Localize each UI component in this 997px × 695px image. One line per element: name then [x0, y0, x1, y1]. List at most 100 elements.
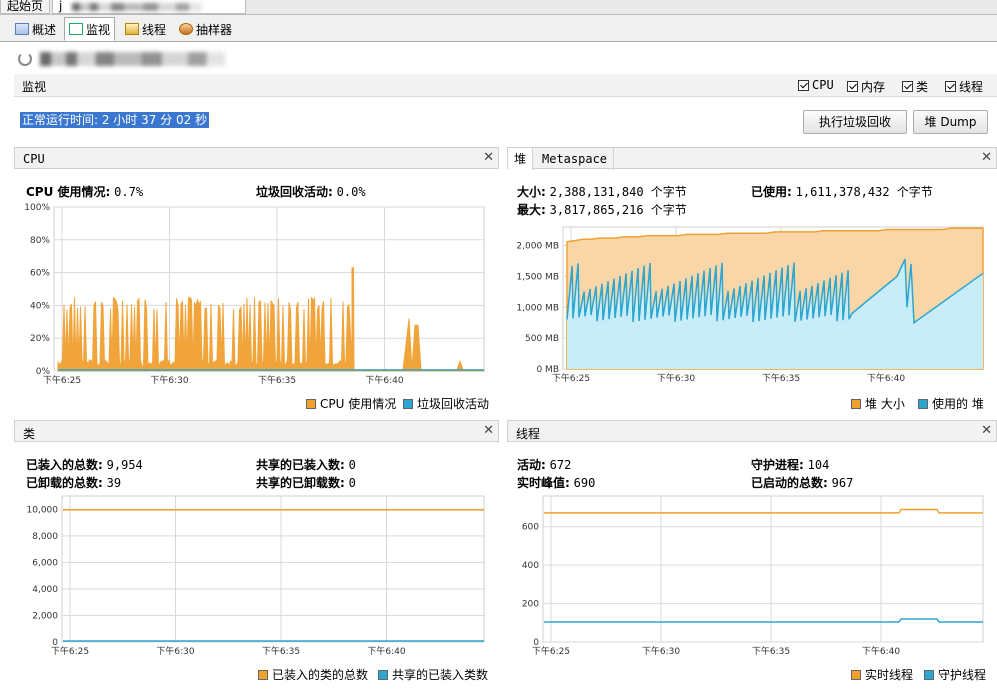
legend-heap-size-label: 堆 大小 [865, 397, 905, 411]
cpu-panel-header: CPU ✕ [14, 147, 499, 169]
close-icon[interactable]: ✕ [483, 150, 494, 165]
legend-daemon-threads-label: 守护线程 [938, 668, 987, 682]
tab-monitor[interactable]: 监视 [64, 17, 116, 41]
sampler-icon [179, 23, 193, 35]
overview-icon [15, 23, 29, 35]
y-tick-label: 1,500 MB [516, 272, 559, 282]
checkbox-classes[interactable]: 类 [902, 78, 928, 95]
x-tick-label: 下午6:25 [51, 645, 89, 657]
tab-application[interactable]: j [52, 0, 246, 14]
shared-unloaded-value: 0 [348, 476, 356, 490]
heap-size-label: 大小: [517, 185, 546, 199]
threads-panel-title: 线程 [516, 427, 541, 441]
classes-loaded-stat: 已装入的总数: 9,954 [26, 456, 143, 473]
tab-heap[interactable]: 堆 [508, 148, 534, 170]
checkbox-checked-icon [847, 81, 858, 92]
document-tab-bar: 起始页 j [0, 0, 997, 15]
legend-live-threads: 实时线程 [851, 666, 913, 683]
checkbox-memory[interactable]: 内存 [847, 78, 885, 95]
close-icon[interactable]: ✕ [981, 150, 992, 165]
tab-threads-label: 线程 [142, 22, 167, 37]
y-tick-label: 600 [522, 523, 539, 533]
x-tick-label: 下午6:40 [367, 645, 405, 657]
classes-panel-header: 类 ✕ [14, 420, 499, 442]
cpu-usage-value: 0.7% [114, 185, 144, 199]
tab-metaspace[interactable]: Metaspace [536, 148, 615, 170]
classes-unloaded-label: 已卸载的总数: [26, 476, 103, 490]
tab-overview-label: 概述 [32, 22, 57, 37]
loading-spinner-icon [18, 52, 32, 66]
tab-sampler-label: 抽样器 [196, 22, 233, 37]
uptime-text[interactable]: 正常运行时间: 2 小时 37 分 02 秒 [20, 112, 210, 128]
threads-chart: 0200400600下午6:25 下午6:30 下午6:35 下午6:40 [522, 495, 984, 657]
heap-panel: 堆 Metaspace ✕ 大小: 2,388,131,840 个字节 已使用:… [507, 147, 997, 412]
threads-peak-stat: 实时峰值: 690 [517, 474, 595, 491]
threads-live-label: 活动: [517, 458, 546, 472]
threads-icon [125, 23, 139, 35]
y-tick-label: 80% [30, 236, 50, 246]
perform-gc-button[interactable]: 执行垃圾回收 [803, 110, 907, 134]
y-tick-label: 2,000 [32, 611, 58, 621]
checkbox-cpu-label: CPU [812, 78, 834, 92]
y-tick-label: 500 MB [525, 334, 559, 344]
x-tick-label: 下午6:35 [258, 374, 296, 386]
y-tick-label: 400 [522, 561, 539, 571]
classes-unloaded-stat: 已卸载的总数: 39 [26, 474, 121, 491]
threads-daemon-stat: 守护进程: 104 [751, 456, 829, 473]
threads-daemon-value: 104 [807, 458, 830, 472]
checkbox-checked-icon [798, 79, 809, 91]
y-tick-label: 8,000 [32, 532, 58, 542]
close-icon[interactable]: ✕ [483, 423, 494, 438]
checkbox-threads[interactable]: 线程 [945, 78, 983, 95]
view-tab-bar: 概述 监视 线程 抽样器 [0, 15, 997, 41]
checkbox-threads-label: 线程 [959, 80, 984, 94]
legend-swatch [378, 669, 388, 680]
heap-dump-button[interactable]: 堆 Dump [913, 110, 988, 134]
close-icon[interactable]: ✕ [981, 423, 992, 438]
classes-panel-title: 类 [23, 427, 36, 441]
legend-heap-used: 使用的 堆 [918, 395, 984, 412]
heap-size-stat: 大小: 2,388,131,840 个字节 [517, 183, 687, 200]
x-tick-label: 下午6:35 [262, 645, 300, 657]
legend-gc-activity-label: 垃圾回收活动 [417, 397, 490, 411]
y-tick-label: 20% [30, 334, 50, 344]
y-tick-label: 200 [522, 600, 539, 610]
cpu-chart: 0%20%40%60%80%100%下午6:25 下午6:30 下午6:35 下午6:… [24, 203, 485, 386]
plot-area [61, 495, 485, 643]
monitor-title: 监视 [22, 80, 47, 94]
checkbox-memory-label: 内存 [861, 80, 886, 94]
heap-max-stat: 最大: 3,817,865,216 个字节 [517, 201, 687, 218]
tab-overview[interactable]: 概述 [10, 17, 61, 41]
legend-classes-loaded-label: 已装入的类的总数 [272, 668, 369, 682]
checkbox-cpu[interactable]: CPU [798, 78, 834, 92]
legend-shared-loaded-label: 共享的已装入类数 [392, 668, 489, 682]
legend-swatch [851, 669, 861, 680]
tab-start-page[interactable]: 起始页 [0, 0, 51, 14]
tab-threads[interactable]: 线程 [120, 17, 171, 41]
legend-heap-size: 堆 大小 [851, 395, 905, 412]
legend-gc-activity: 垃圾回收活动 [403, 395, 489, 412]
tab-sampler[interactable]: 抽样器 [174, 17, 237, 41]
redacted-process-name [40, 52, 225, 66]
x-tick-label: 下午6:30 [150, 374, 188, 386]
classes-loaded-label: 已装入的总数: [26, 458, 103, 472]
y-tick-label: 1,000 MB [516, 303, 559, 313]
x-tick-label: 下午6:30 [156, 645, 194, 657]
gc-activity-stat: 垃圾回收活动: 0.0% [256, 183, 366, 200]
legend-swatch [258, 669, 268, 680]
threads-started-label: 已启动的总数: [751, 476, 828, 490]
y-tick-label: 6,000 [32, 558, 58, 568]
shared-loaded-label: 共享的已装入数: [256, 458, 345, 472]
x-tick-label: 下午6:30 [657, 372, 695, 384]
x-tick-label: 下午6:40 [867, 372, 905, 384]
x-tick-label: 下午6:40 [862, 645, 900, 657]
legend-cpu-usage-label: CPU 使用情况 [320, 397, 397, 411]
heap-used-label: 已使用: [751, 185, 792, 199]
classes-loaded-value: 9,954 [106, 458, 143, 472]
checkbox-checked-icon [945, 81, 956, 92]
legend-swatch [924, 669, 934, 680]
gc-activity-value: 0.0% [336, 185, 366, 199]
y-tick-label: 4,000 [32, 585, 58, 595]
legend-daemon-threads: 守护线程 [924, 666, 986, 683]
legend-classes-loaded: 已装入的类的总数 [258, 666, 368, 683]
